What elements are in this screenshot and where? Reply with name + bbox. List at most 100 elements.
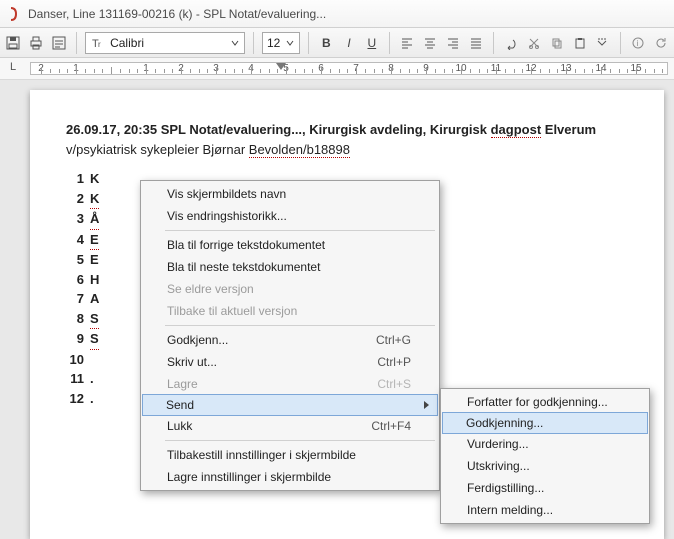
list-item-text: E	[90, 230, 99, 251]
list-item-text: S	[90, 329, 99, 350]
list-item-number: 8	[66, 309, 84, 330]
doc-head-line2a: v/psykiatrisk sykepleier Bjørnar	[66, 142, 249, 157]
align-left-icon[interactable]	[398, 32, 417, 54]
font-size-value: 12	[267, 36, 283, 50]
menu-item-label: Godkjenn...	[167, 333, 228, 347]
font-family-select[interactable]: Tr Calibri	[85, 32, 245, 54]
list-item-number: 1	[66, 169, 84, 189]
menu-item[interactable]: Bla til forrige tekstdokumentet	[143, 234, 437, 256]
menu-item-label: Send	[166, 398, 194, 412]
list-item-text: H	[90, 270, 99, 290]
document-header: 26.09.17, 20:35 SPL Notat/evaluering...,…	[66, 120, 628, 159]
menu-item[interactable]: Bla til neste tekstdokumentet	[143, 256, 437, 278]
menu-item[interactable]: Vis skjermbildets navn	[143, 183, 437, 205]
svg-text:r: r	[98, 40, 101, 49]
menu-item[interactable]: Vurdering...	[443, 433, 647, 455]
toolbar-sep	[76, 32, 77, 54]
menu-item[interactable]: Skriv ut... Ctrl+P	[143, 351, 437, 373]
menu-item[interactable]: Utskriving...	[443, 455, 647, 477]
menu-item[interactable]: Godkjenn... Ctrl+G	[143, 329, 437, 351]
doc-head-dagpost: dagpost	[491, 122, 542, 138]
list-item-text: S	[90, 309, 99, 330]
menu-item-label: Godkjenning...	[466, 416, 543, 430]
menu-item[interactable]: Godkjenning...	[442, 412, 648, 434]
menu-item[interactable]: Lagre innstillinger i skjermbilde	[143, 466, 437, 488]
ruler: L 21123456789101112131415	[0, 58, 674, 80]
menu-item-label: Bla til forrige tekstdokumentet	[167, 238, 325, 252]
align-right-icon[interactable]	[444, 32, 463, 54]
doc-head-author: Bevolden/b18898	[249, 142, 350, 158]
menu-item[interactable]: Vis endringshistorikk...	[143, 205, 437, 227]
italic-button[interactable]: I	[340, 32, 359, 54]
menu-separator	[165, 325, 435, 326]
context-menu[interactable]: Vis skjermbildets navn Vis endringshistor…	[140, 180, 440, 491]
font-family-value: Calibri	[106, 36, 228, 50]
menu-item[interactable]: Intern melding...	[443, 499, 647, 521]
menu-item-label: Vis endringshistorikk...	[167, 209, 287, 223]
font-family-icon: Tr	[90, 36, 106, 50]
checklist-icon[interactable]	[50, 32, 69, 54]
menu-shortcut: Ctrl+S	[377, 377, 411, 391]
toolbar-sep	[620, 32, 621, 54]
copy-icon[interactable]	[547, 32, 566, 54]
menu-item-label: Intern melding...	[467, 503, 553, 517]
list-item-number: 9	[66, 329, 84, 350]
refresh-icon[interactable]	[651, 32, 670, 54]
menu-item: Tilbake til aktuell versjon	[143, 300, 437, 322]
toolbar-sep	[253, 32, 254, 54]
chevron-down-icon	[283, 39, 297, 47]
ruler-scale[interactable]: 21123456789101112131415	[30, 62, 668, 75]
doc-head-line1b: Elverum	[541, 122, 596, 137]
list-item-number: 5	[66, 250, 84, 270]
menu-item[interactable]: Ferdigstilling...	[443, 477, 647, 499]
main-toolbar: Tr Calibri 12 B I U i	[0, 28, 674, 58]
undo-icon[interactable]	[502, 32, 521, 54]
toolbar-sep	[493, 32, 494, 54]
menu-item[interactable]: Tilbakestill innstillinger i skjermbilde	[143, 444, 437, 466]
toolbar-sep	[308, 32, 309, 54]
ruler-corner: L	[10, 61, 16, 73]
menu-item-label: Tilbake til aktuell versjon	[167, 304, 297, 318]
menu-item-label: Vis skjermbildets navn	[167, 187, 286, 201]
list-item-text: A	[90, 289, 99, 309]
list-item-number: 3	[66, 209, 84, 230]
info-icon[interactable]: i	[628, 32, 647, 54]
list-item-number: 12	[66, 389, 84, 409]
menu-item-label: Tilbakestill innstillinger i skjermbilde	[167, 448, 356, 462]
menu-item-label: Lagre innstillinger i skjermbilde	[167, 470, 331, 484]
menu-shortcut: Ctrl+P	[377, 355, 411, 369]
paste-icon[interactable]	[570, 32, 589, 54]
menu-item: Lagre Ctrl+S	[143, 373, 437, 395]
menu-item[interactable]: Forfatter for godkjenning...	[443, 391, 647, 413]
menu-shortcut: Ctrl+G	[376, 333, 411, 347]
list-item-text: K	[90, 189, 99, 210]
list-item-number: 2	[66, 189, 84, 210]
save-icon[interactable]	[4, 32, 23, 54]
menu-separator	[165, 230, 435, 231]
app-icon	[6, 6, 22, 22]
menu-item[interactable]: LukkCtrl+F4	[143, 415, 437, 437]
menu-item[interactable]: Send	[142, 394, 438, 416]
align-center-icon[interactable]	[421, 32, 440, 54]
menu-item-label: Lagre	[167, 377, 198, 391]
font-size-select[interactable]: 12	[262, 32, 300, 54]
window-title: Danser, Line 131169-00216 (k) - SPL Nota…	[28, 7, 326, 21]
ruler-indent-marker[interactable]	[276, 63, 286, 70]
align-justify-icon[interactable]	[466, 32, 485, 54]
list-item-text: .	[90, 369, 94, 389]
more-icon[interactable]	[593, 32, 612, 54]
bold-button[interactable]: B	[317, 32, 336, 54]
underline-button[interactable]: U	[362, 32, 381, 54]
context-submenu-send[interactable]: Forfatter for godkjenning... Godkjenning.…	[440, 388, 650, 524]
list-item-text: .	[90, 389, 94, 409]
list-item-text: K	[90, 169, 99, 189]
menu-item-label: Skriv ut...	[167, 355, 217, 369]
menu-item-label: Se eldre versjon	[167, 282, 254, 296]
print-icon[interactable]	[27, 32, 46, 54]
list-item-number: 10	[66, 350, 84, 370]
menu-item-label: Forfatter for godkjenning...	[467, 395, 608, 409]
cut-icon[interactable]	[525, 32, 544, 54]
svg-text:i: i	[636, 39, 638, 48]
menu-item-label: Bla til neste tekstdokumentet	[167, 260, 320, 274]
menu-separator	[165, 440, 435, 441]
